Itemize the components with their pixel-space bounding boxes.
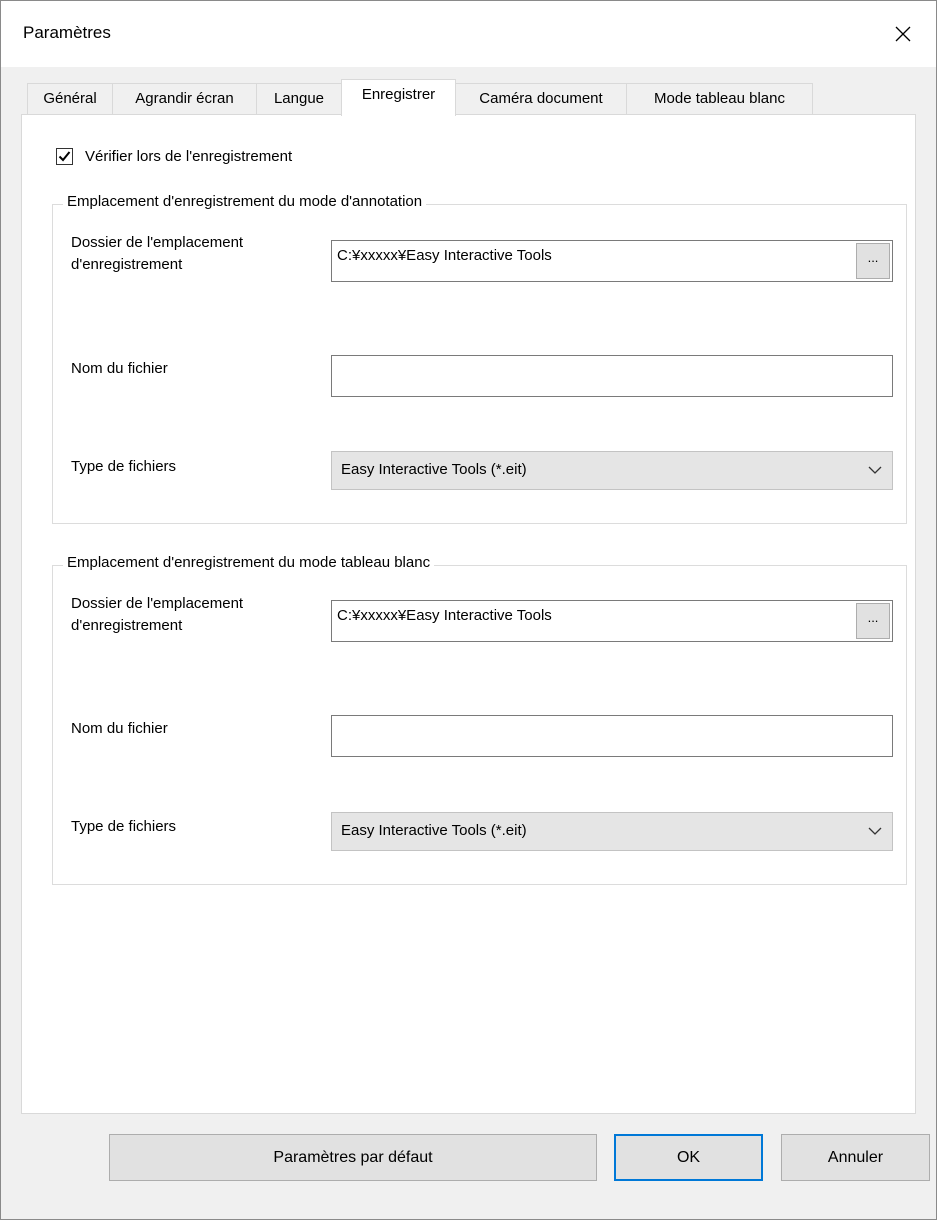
whiteboard-filename-label: Nom du fichier <box>71 720 168 737</box>
close-icon <box>895 26 911 42</box>
annotation-filename-input[interactable] <box>331 355 893 397</box>
whiteboard-folder-value: C:¥xxxxx¥Easy Interactive Tools <box>337 607 552 624</box>
annotation-folder-value: C:¥xxxxx¥Easy Interactive Tools <box>337 247 552 264</box>
tab-whiteboard-mode[interactable]: Mode tableau blanc <box>626 83 813 115</box>
annotation-filename-label: Nom du fichier <box>71 360 168 377</box>
whiteboard-browse-button[interactable]: ... <box>856 603 890 639</box>
tab-document-camera[interactable]: Caméra document <box>455 83 627 115</box>
whiteboard-folder-label: Dossier de l'emplacement d'enregistremen… <box>71 595 244 634</box>
annotation-filetype-select[interactable]: Easy Interactive Tools (*.eit) <box>331 451 893 490</box>
restore-defaults-button[interactable]: Paramètres par défaut <box>109 1134 597 1181</box>
window-title: Paramètres <box>23 23 111 42</box>
annotation-browse-button[interactable]: ... <box>856 243 890 279</box>
close-button[interactable] <box>870 1 936 67</box>
annotation-folder-field[interactable]: C:¥xxxxx¥Easy Interactive Tools ... <box>331 240 893 282</box>
save-settings-panel: Vérifier lors de l'enregistrement Emplac… <box>21 114 916 1114</box>
tab-save[interactable]: Enregistrer <box>341 79 456 116</box>
whiteboard-filetype-value: Easy Interactive Tools (*.eit) <box>341 822 527 839</box>
check-on-save-checkbox[interactable] <box>56 148 73 165</box>
check-on-save-label: Vérifier lors de l'enregistrement <box>85 148 293 165</box>
whiteboard-filetype-select[interactable]: Easy Interactive Tools (*.eit) <box>331 812 893 851</box>
check-icon <box>58 151 71 162</box>
ok-button[interactable]: OK <box>614 1134 763 1181</box>
annotation-filetype-label: Type de fichiers <box>71 458 177 475</box>
tab-zoom-screen[interactable]: Agrandir écran <box>112 83 257 115</box>
whiteboard-filename-input[interactable] <box>331 715 893 757</box>
whiteboard-filetype-label: Type de fichiers <box>71 818 177 835</box>
annotation-filetype-value: Easy Interactive Tools (*.eit) <box>341 461 527 478</box>
annotation-group-legend: Emplacement d'enregistrement du mode d'a… <box>63 193 427 210</box>
chevron-down-icon <box>868 466 882 474</box>
title-bar: Paramètres <box>1 1 936 67</box>
settings-dialog: Paramètres Général Agrandir écran Langue… <box>0 0 937 1220</box>
tab-language[interactable]: Langue <box>256 83 342 115</box>
whiteboard-save-group: Emplacement d'enregistrement du mode tab… <box>52 554 907 885</box>
tab-general[interactable]: Général <box>27 83 113 115</box>
cancel-button[interactable]: Annuler <box>781 1134 930 1181</box>
annotation-save-group: Emplacement d'enregistrement du mode d'a… <box>52 193 907 524</box>
chevron-down-icon <box>868 827 882 835</box>
annotation-folder-label: Dossier de l'emplacement d'enregistremen… <box>71 234 244 273</box>
whiteboard-group-legend: Emplacement d'enregistrement du mode tab… <box>63 554 435 571</box>
whiteboard-folder-field[interactable]: C:¥xxxxx¥Easy Interactive Tools ... <box>331 600 893 642</box>
